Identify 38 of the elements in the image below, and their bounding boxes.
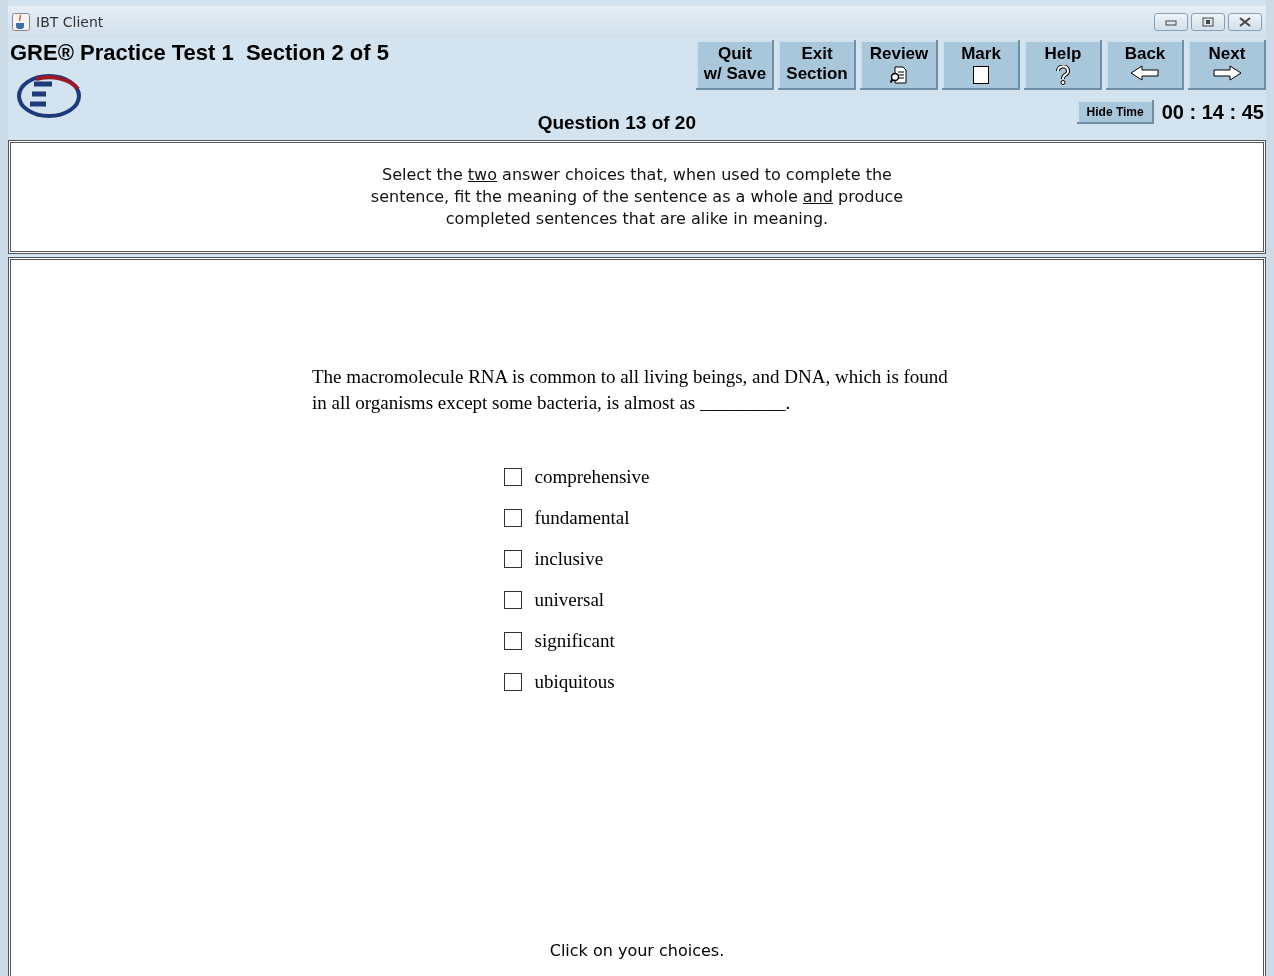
minimize-icon bbox=[1165, 18, 1177, 26]
checkbox[interactable] bbox=[504, 549, 523, 568]
window-title: IBT Client bbox=[36, 14, 104, 30]
instructions-text: Select the two answer choices that, when used to complete the sentence, fit the meaning of the sentence as a whole and produce completed sentences that are alike in meaning. bbox=[369, 164, 905, 230]
answer-choice[interactable]: fundamental bbox=[504, 505, 650, 530]
toolbar-button[interactable]: Back bbox=[1106, 40, 1184, 90]
question-mark-icon bbox=[1054, 65, 1072, 85]
test-title: GRE® Practice Test 1 Section 2 of 5 bbox=[10, 40, 390, 66]
question-counter: Question 13 of 20 bbox=[537, 112, 696, 134]
toolbar-button[interactable]: Next bbox=[1188, 40, 1266, 90]
checkbox[interactable] bbox=[504, 631, 523, 650]
close-icon bbox=[1239, 17, 1251, 27]
square-icon bbox=[972, 65, 990, 85]
java-cup-icon bbox=[12, 13, 30, 31]
document-magnifier-icon bbox=[889, 65, 909, 85]
checkbox[interactable] bbox=[504, 508, 523, 527]
checkbox[interactable] bbox=[504, 467, 523, 486]
toolbar-button[interactable]: Help bbox=[1024, 40, 1102, 90]
maximize-icon bbox=[1202, 17, 1214, 27]
toolbar-button[interactable]: Review bbox=[860, 40, 938, 90]
toolbar-button[interactable]: Quit w/ Save bbox=[696, 40, 774, 90]
answer-choice[interactable]: inclusive bbox=[504, 546, 650, 571]
answer-choice[interactable]: significant bbox=[504, 628, 650, 653]
answer-choice[interactable]: comprehensive bbox=[504, 464, 650, 489]
answer-choice[interactable]: universal bbox=[504, 587, 650, 612]
answer-choice[interactable]: ubiquitous bbox=[504, 669, 650, 694]
question-text: The macromolecule RNA is common to all living beings, and DNA, which is found in all organisms except some bacteria, is almost as _________. bbox=[312, 365, 949, 415]
toolbar-button[interactable]: Mark bbox=[942, 40, 1020, 90]
close-button[interactable] bbox=[1228, 13, 1262, 31]
right-arrow-icon bbox=[1212, 65, 1242, 81]
checkbox[interactable] bbox=[504, 672, 523, 691]
footer-hint: Click on your choices. bbox=[549, 941, 725, 960]
toolbar-button[interactable]: Exit Section bbox=[778, 40, 856, 90]
checkbox[interactable] bbox=[504, 590, 523, 609]
hide-time-button[interactable]: Hide Time bbox=[1076, 100, 1154, 124]
timer: 00 : 14 : 45 bbox=[1161, 100, 1264, 124]
left-arrow-icon bbox=[1130, 65, 1160, 81]
maximize-button[interactable] bbox=[1191, 13, 1225, 31]
